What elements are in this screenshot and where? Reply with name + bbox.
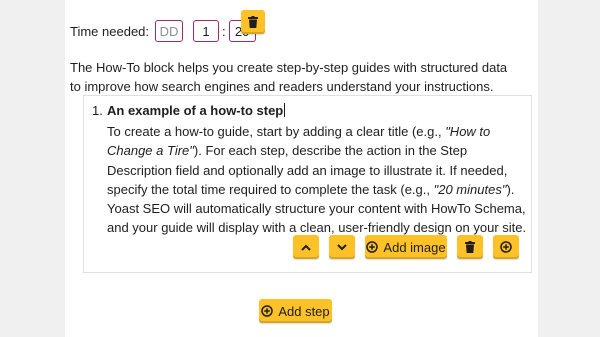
add-step-label: Add step <box>278 303 330 319</box>
howto-description[interactable]: The How-To block helps you create step-b… <box>70 58 520 96</box>
text-cursor <box>284 103 286 117</box>
step-desc-text-1: To create a how-to guide, start by addin… <box>107 124 446 139</box>
time-separator: : <box>222 23 226 39</box>
trash-icon <box>248 16 258 28</box>
remove-step-button[interactable] <box>457 235 483 259</box>
chevron-up-icon <box>301 244 311 251</box>
step-title-text: An example of a how-to step <box>107 103 284 118</box>
insert-step-button[interactable] <box>493 235 519 259</box>
add-image-label: Add image <box>383 239 446 255</box>
step-title[interactable]: An example of a how-to step <box>107 103 286 118</box>
move-step-up-button[interactable] <box>293 235 319 259</box>
add-step-button[interactable]: Add step <box>259 299 332 323</box>
plus-circle-icon <box>261 305 274 317</box>
step-description[interactable]: To create a how-to guide, start by addin… <box>107 122 527 238</box>
plus-circle-icon <box>366 241 379 253</box>
move-step-down-button[interactable] <box>329 235 355 259</box>
chevron-down-icon <box>337 243 347 250</box>
hours-input[interactable]: 1 <box>193 20 220 42</box>
step-desc-example-2: "20 minutes" <box>433 181 507 197</box>
add-image-button[interactable]: Add image <box>365 235 447 259</box>
time-needed-row: Time needed: DD 1 : 20 <box>70 18 256 44</box>
days-input[interactable]: DD <box>155 20 184 42</box>
remove-duration-button[interactable] <box>241 10 265 34</box>
trash-icon <box>465 241 475 253</box>
time-needed-label: Time needed: <box>70 23 150 39</box>
plus-circle-icon <box>500 241 512 253</box>
step-number: 1. <box>92 103 103 118</box>
